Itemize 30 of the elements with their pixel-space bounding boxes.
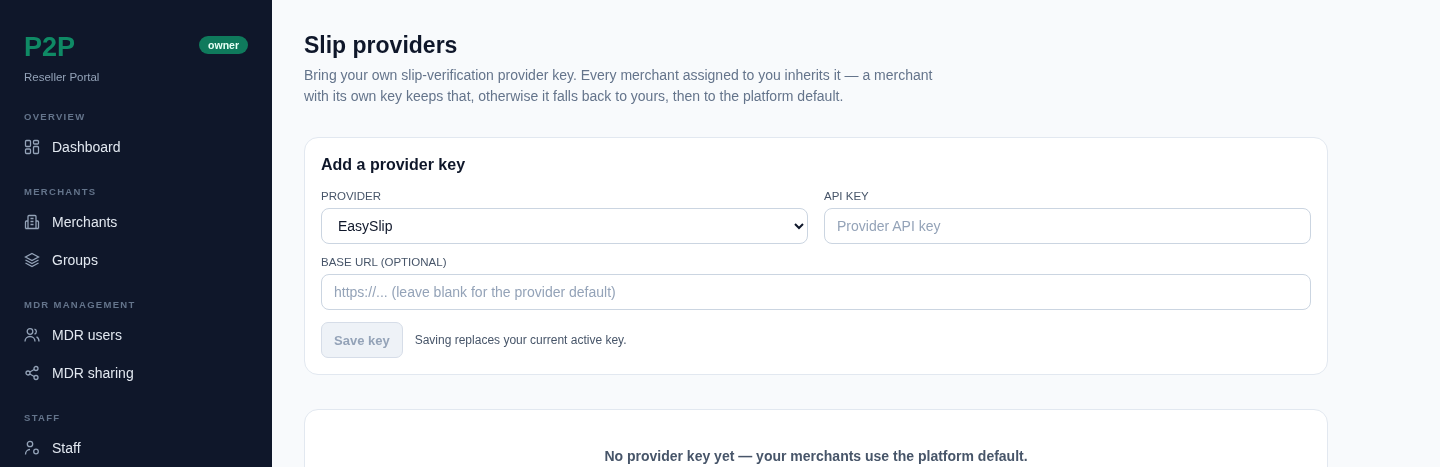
share-icon <box>24 365 40 381</box>
section-heading: MERCHANTS <box>24 186 98 197</box>
base-url-field[interactable]: https://... (leave blank for the provider default) <box>321 274 1311 310</box>
page-description: Bring your own slip-verification provider key. Every merchant assigned to you inherits it — a merchant with its own key keeps that, otherwise it falls back to yours, then to the platform default. <box>304 66 934 106</box>
page-title: Slip providers <box>304 32 459 59</box>
save-hint: Saving replaces your current active key. <box>414 333 627 347</box>
layers-icon <box>24 252 40 268</box>
empty-state-message: No provider key yet — your merchants use the platform default. <box>603 448 1029 464</box>
field-label: API KEY <box>824 190 870 202</box>
grid-icon <box>24 139 40 155</box>
users-icon <box>24 327 40 343</box>
card-title: Add a provider key <box>321 156 467 174</box>
nav-item[interactable]: Dashboard <box>24 128 248 166</box>
nav-item[interactable]: MDR sharing <box>24 354 248 392</box>
section-heading: MDR MANAGEMENT <box>24 299 137 310</box>
section-heading: OVERVIEW <box>24 111 87 122</box>
api-key-field[interactable]: Provider API key <box>824 208 1311 244</box>
section-heading: STAFF <box>24 412 62 423</box>
user-cog-icon <box>24 440 40 456</box>
field-label: PROVIDER <box>321 190 383 202</box>
portal-subtitle: Reseller Portal <box>24 71 100 83</box>
nav-item[interactable]: Merchants <box>24 203 248 241</box>
building-icon <box>24 214 40 230</box>
nav-item[interactable]: MDR users <box>24 316 248 354</box>
role-badge: owner <box>199 36 248 54</box>
field-label: BASE URL (OPTIONAL) <box>321 256 448 268</box>
nav-item[interactable]: Staff <box>24 429 248 467</box>
provider-select[interactable]: EasySlip <box>321 208 808 244</box>
brand-logo: P2P <box>24 34 77 61</box>
nav-item[interactable]: Groups <box>24 241 248 279</box>
